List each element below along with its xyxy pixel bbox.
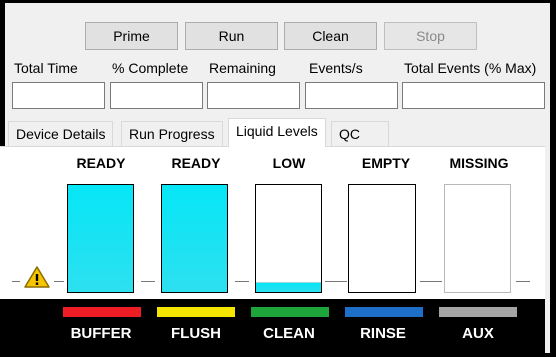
level-tick (12, 281, 20, 282)
tab-liquid-levels[interactable]: Liquid Levels (228, 118, 326, 147)
clean-label: CLEAN (263, 325, 315, 342)
level-tick (325, 281, 347, 282)
level-tick (235, 281, 249, 282)
level-tick (516, 281, 530, 282)
tab-device-details[interactable]: Device Details (8, 121, 114, 146)
tab-run-progress[interactable]: Run Progress (121, 121, 223, 146)
clean-level-fill (256, 282, 321, 292)
warning-triangle-icon (24, 266, 50, 288)
stop-button[interactable]: Stop (384, 22, 477, 50)
flush-tank (161, 184, 228, 293)
total-events-label: Total Events (% Max) (404, 60, 537, 76)
level-tick (54, 281, 64, 282)
buffer-label: BUFFER (70, 325, 132, 342)
total-time-field[interactable] (12, 82, 105, 109)
rinse-status: EMPTY (361, 155, 411, 171)
clean-status: LOW (272, 155, 306, 171)
flush-level-fill (162, 185, 227, 292)
clean-tank (255, 184, 322, 293)
clean-button[interactable]: Clean (284, 22, 377, 50)
events-per-second-field[interactable] (305, 82, 398, 109)
aux-label: AUX (462, 325, 494, 342)
buffer-color-swatch (63, 307, 141, 317)
flush-status: READY (171, 155, 221, 171)
percent-complete-field[interactable] (110, 82, 203, 109)
run-button[interactable]: Run (185, 22, 278, 50)
clean-color-swatch (251, 307, 329, 317)
level-tick (141, 281, 155, 282)
buffer-status: READY (76, 155, 126, 171)
flush-color-swatch (157, 307, 235, 317)
prime-button[interactable]: Prime (85, 22, 178, 50)
flush-label: FLUSH (171, 325, 221, 342)
total-events-field[interactable] (402, 82, 545, 109)
tab-qc[interactable]: QC (331, 121, 389, 146)
percent-complete-label: % Complete (112, 60, 189, 76)
remaining-field[interactable] (207, 82, 300, 109)
remaining-label: Remaining (209, 60, 276, 76)
buffer-level-fill (68, 185, 133, 292)
rinse-color-swatch (345, 307, 423, 317)
buffer-tank (67, 184, 134, 293)
aux-color-swatch (439, 307, 517, 317)
aux-status: MISSING (449, 155, 509, 171)
aux-tank (444, 184, 511, 293)
events-per-second-label: Events/s (309, 60, 363, 76)
rinse-tank (348, 184, 416, 293)
total-time-label: Total Time (14, 60, 78, 76)
level-tick (420, 281, 442, 282)
rinse-label: RINSE (360, 325, 406, 342)
